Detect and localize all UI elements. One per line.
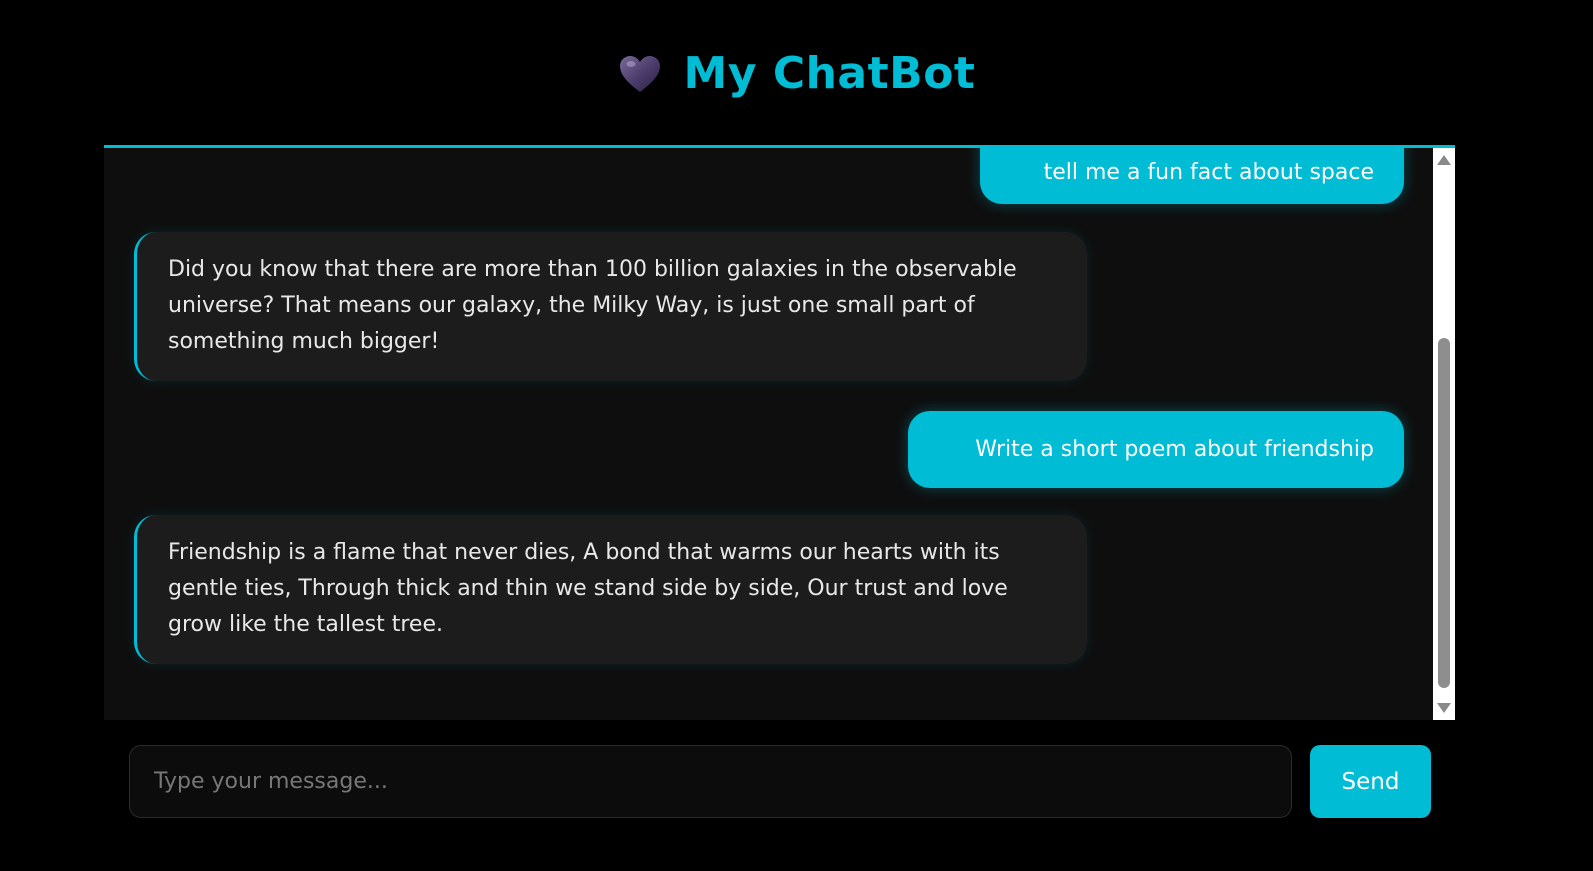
message-list[interactable]: tell me a fun fact about space Did you k… <box>104 148 1433 720</box>
scroll-up-arrow-icon[interactable] <box>1437 155 1451 165</box>
chat-panel[interactable]: tell me a fun fact about space Did you k… <box>104 145 1455 720</box>
message-text: Write a short poem about friendship <box>975 437 1374 462</box>
message-text: Friendship is a flame that never dies, A… <box>168 540 1008 637</box>
bot-message: Friendship is a flame that never dies, A… <box>134 515 1087 664</box>
app-header: My ChatBot <box>0 0 1593 146</box>
send-button[interactable]: Send <box>1310 745 1431 818</box>
message-input[interactable] <box>129 745 1292 818</box>
bot-message: Did you know that there are more than 10… <box>134 232 1087 381</box>
scrollbar-thumb[interactable] <box>1438 338 1450 688</box>
page-title: My ChatBot <box>683 47 976 99</box>
message-text: tell me a fun fact about space <box>1043 159 1374 185</box>
user-message: tell me a fun fact about space <box>980 148 1404 204</box>
scrollbar[interactable] <box>1433 148 1455 720</box>
scroll-down-arrow-icon[interactable] <box>1437 703 1451 713</box>
message-text: Did you know that there are more than 10… <box>168 257 1017 354</box>
user-message: Write a short poem about friendship <box>908 411 1404 488</box>
heart-icon <box>619 56 660 92</box>
